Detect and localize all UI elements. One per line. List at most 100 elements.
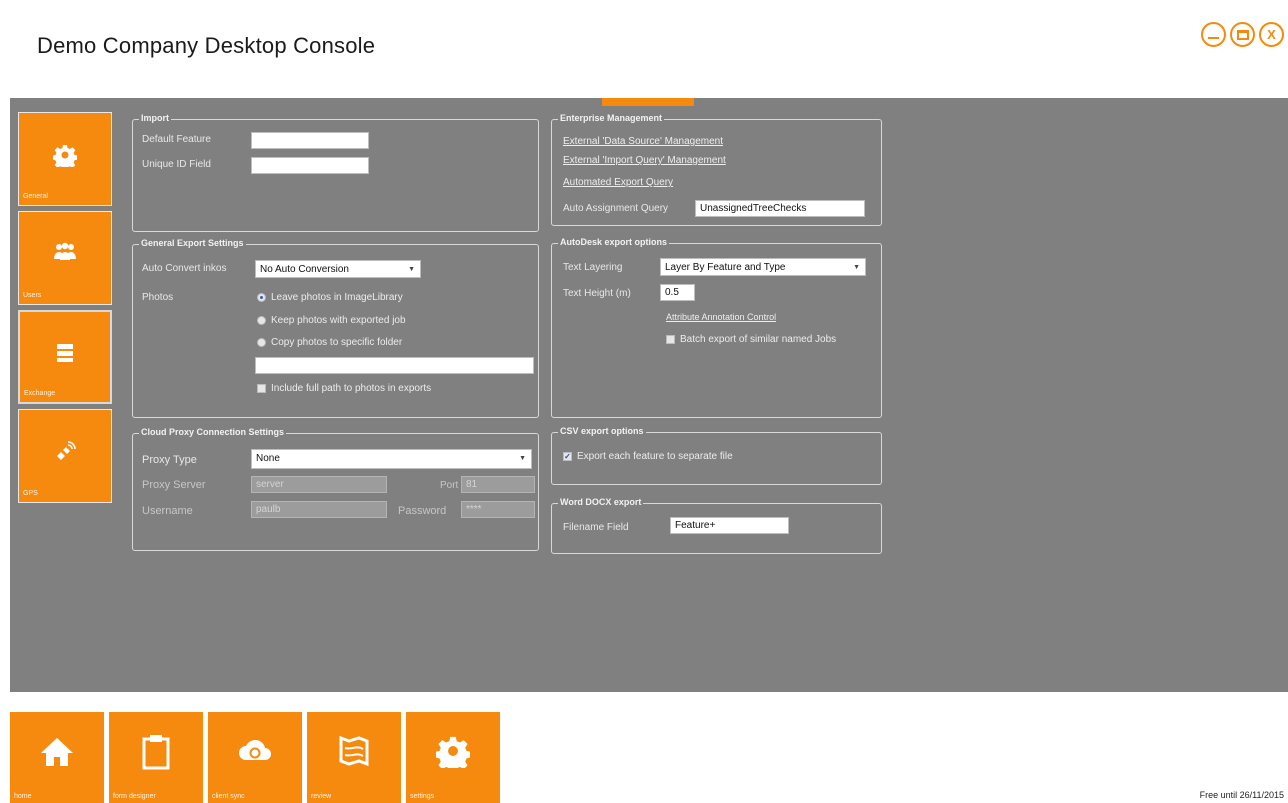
photos-label: Photos [142,292,174,303]
import-group: Import Default Feature Unique ID Field [132,113,539,232]
app-title: Demo Company Desktop Console [37,33,376,58]
sidebar-item-label: Users [23,292,42,299]
group-legend: Enterprise Management [558,113,665,123]
nav-home[interactable]: home [10,712,104,803]
group-legend: CSV export options [558,426,646,436]
radio-label: Keep photos with exported job [271,315,406,326]
proxy-server-label: Proxy Server [142,479,206,491]
photo-folder-input[interactable] [255,357,534,374]
port-input[interactable]: 81 [461,476,535,493]
sidebar-item-label: Exchange [24,390,56,397]
gear-icon [19,143,111,171]
users-icon [19,242,111,265]
settings-panel: General Users Exchange GPS Import Defaul… [10,98,1288,692]
bottom-nav: home form designer client sync review se… [10,712,500,803]
password-input[interactable]: **** [461,501,535,518]
include-full-path-checkbox[interactable]: Include full path to photos in exports [257,383,431,394]
gear-icon [406,734,500,773]
sidebar-item-gps[interactable]: GPS [18,409,112,503]
default-feature-label: Default Feature [142,134,211,145]
home-icon [10,734,104,773]
close-icon[interactable]: X [1259,22,1284,47]
text-height-input[interactable]: 0.5 [660,284,695,301]
chevron-down-icon: ▼ [853,264,860,271]
checkbox-icon [666,335,675,344]
text-layering-select[interactable]: Layer By Feature and Type ▼ [660,258,866,276]
import-query-link[interactable]: External 'Import Query' Management [563,155,726,166]
nav-label: review [311,793,332,800]
group-legend: General Export Settings [139,238,246,248]
radio-copy-photos[interactable]: Copy photos to specific folder [257,337,402,348]
group-legend: Import [139,113,171,123]
word-export-group: Word DOCX export Filename Field Feature+ [551,497,882,554]
proxy-type-label: Proxy Type [142,454,197,466]
active-tab-indicator [602,98,694,106]
group-legend: Cloud Proxy Connection Settings [139,427,287,437]
text-height-label: Text Height (m) [563,288,631,299]
nav-settings[interactable]: settings [406,712,500,803]
auto-convert-value: No Auto Conversion [260,264,349,275]
group-legend: AutoDesk export options [558,237,670,247]
autodesk-group: AutoDesk export options Text Layering La… [551,237,882,418]
data-source-link[interactable]: External 'Data Source' Management [563,136,723,147]
chevron-down-icon: ▼ [519,455,526,462]
nav-label: form designer [113,793,156,800]
unique-id-input[interactable] [251,157,369,174]
checkbox-checked-icon: ✓ [563,452,572,461]
sidebar-item-label: General [23,193,48,200]
nav-label: home [14,793,32,800]
checkbox-icon [257,384,266,393]
unique-id-label: Unique ID Field [142,159,211,170]
password-label: Password [398,505,447,517]
satellite-icon [19,440,111,467]
chevron-down-icon: ▼ [408,266,415,273]
filename-field-input[interactable]: Feature+ [670,517,789,534]
radio-icon [257,316,266,325]
export-each-feature-checkbox[interactable]: ✓ Export each feature to separate file [563,451,733,462]
checkbox-label: Include full path to photos in exports [271,383,432,394]
default-feature-input[interactable] [251,132,369,149]
proxy-server-input[interactable]: server [251,476,387,493]
nav-label: settings [410,793,435,800]
proxy-type-value: None [256,453,280,464]
auto-convert-select[interactable]: No Auto Conversion ▼ [255,260,421,278]
annotation-control-link[interactable]: Attribute Annotation Control [666,312,776,322]
proxy-type-select[interactable]: None ▼ [251,449,532,469]
clipboard-icon [109,734,203,773]
nav-client-sync[interactable]: client sync [208,712,302,803]
text-layering-label: Text Layering [563,262,623,273]
batch-export-checkbox[interactable]: Batch export of similar named Jobs [666,334,836,345]
port-label: Port [440,480,459,491]
sidebar-item-users[interactable]: Users [18,211,112,305]
csv-group: CSV export options ✓ Export each feature… [551,426,882,485]
sidebar-item-label: GPS [23,490,38,497]
cloud-sync-icon [208,734,302,767]
radio-icon [257,293,266,302]
text-layering-value: Layer By Feature and Type [665,262,786,273]
radio-label: Leave photos in ImageLibrary [271,292,403,303]
restore-icon[interactable] [1230,22,1255,47]
checkbox-label: Export each feature to separate file [577,451,733,462]
radio-label: Copy photos to specific folder [271,337,403,348]
radio-keep-photos[interactable]: Keep photos with exported job [257,315,406,326]
map-icon [307,734,401,771]
license-status: Free until 26/11/2015 [1199,790,1284,800]
proxy-group: Cloud Proxy Connection Settings Proxy Ty… [132,427,539,551]
nav-review[interactable]: review [307,712,401,803]
auto-assign-label: Auto Assignment Query [563,203,669,214]
checkbox-label: Batch export of similar named Jobs [680,334,837,345]
auto-assign-input[interactable]: UnassignedTreeChecks [695,200,865,217]
filename-field-label: Filename Field [563,522,629,533]
sidebar-item-general[interactable]: General [18,112,112,206]
username-input[interactable]: paulb [251,501,387,518]
minimize-icon[interactable] [1201,22,1226,47]
nav-form-designer[interactable]: form designer [109,712,203,803]
nav-label: client sync [212,793,245,800]
group-legend: Word DOCX export [558,497,644,507]
export-query-link[interactable]: Automated Export Query [563,177,673,188]
window-controls: X [1201,22,1284,47]
general-export-group: General Export Settings Auto Convert ink… [132,238,539,418]
sidebar-item-exchange[interactable]: Exchange [18,310,112,404]
exchange-icon [20,342,110,367]
radio-leave-photos[interactable]: Leave photos in ImageLibrary [257,292,403,303]
